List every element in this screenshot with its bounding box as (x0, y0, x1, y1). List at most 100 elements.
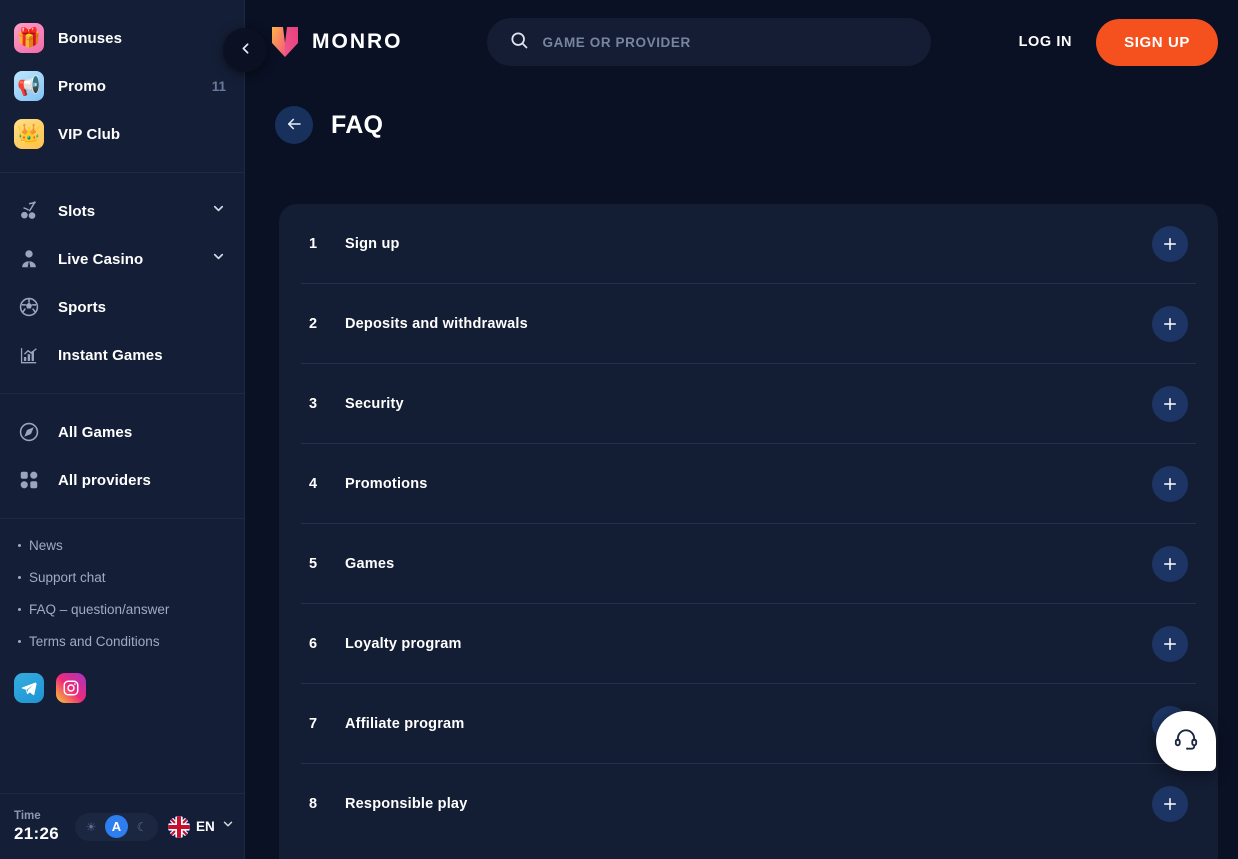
faq-expand-button[interactable] (1152, 225, 1188, 262)
sidebar-item-promo[interactable]: 📢 Promo 11 (0, 62, 244, 110)
faq-row[interactable]: 6 Loyalty program (301, 604, 1196, 684)
sidebar-item-live-casino[interactable]: Live Casino (0, 235, 244, 283)
clock: Time 21:26 (14, 810, 59, 844)
chevron-down-icon[interactable] (211, 201, 226, 221)
brand-name: MONRO (312, 30, 403, 53)
faq-expand-button[interactable] (1152, 385, 1188, 422)
sidebar-link-faq[interactable]: FAQ – question/answer (18, 593, 244, 625)
faq-number: 1 (309, 235, 318, 252)
sidebar-item-label: Bonuses (58, 29, 123, 47)
faq-title: Games (345, 555, 395, 572)
sidebar-nav-section: Slots Live Casino Sports Instant Games (0, 173, 244, 393)
bar-chart-icon (14, 340, 44, 370)
faq-row[interactable]: 1 Sign up (301, 204, 1196, 284)
sidebar-link-terms[interactable]: Terms and Conditions (18, 625, 244, 657)
sidebar-link-news[interactable]: News (18, 529, 244, 561)
faq-expand-button[interactable] (1152, 305, 1188, 342)
page-header: FAQ (245, 84, 1238, 144)
faq-row[interactable]: 5 Games (301, 524, 1196, 604)
sidebar-link-support-chat[interactable]: Support chat (18, 561, 244, 593)
header-actions: LOG IN SIGN UP (1019, 18, 1218, 66)
faq-title: Deposits and withdrawals (345, 315, 528, 332)
faq-number: 5 (309, 555, 318, 572)
arrow-left-icon (285, 115, 303, 136)
faq-number: 6 (309, 635, 318, 652)
theme-auto-option[interactable]: A (104, 815, 128, 838)
sidebar-item-slots[interactable]: Slots (0, 187, 244, 235)
sidebar-item-bonuses[interactable]: 🎁 Bonuses (0, 14, 244, 62)
top-header: MONRO LOG IN SIGN UP (245, 0, 1238, 84)
signup-button[interactable]: SIGN UP (1096, 18, 1218, 66)
grid-icon (14, 465, 44, 495)
sidebar-footer: Time 21:26 ☀ A ☾ EN (0, 793, 244, 859)
search-bar[interactable] (486, 18, 931, 66)
soccer-ball-icon (14, 292, 44, 322)
bullet-icon (18, 607, 21, 611)
sidebar-catalog-section: All Games All providers (0, 394, 244, 518)
faq-title: Security (345, 395, 404, 412)
sidebar-item-badge: 11 (211, 78, 226, 94)
sidebar-item-label: Instant Games (58, 346, 163, 364)
faq-expand-button[interactable] (1152, 465, 1188, 502)
sidebar-item-label: Sports (58, 298, 107, 316)
sidebar: 🎁 Bonuses 📢 Promo 11 👑 VIP Club Slots Li… (0, 0, 245, 859)
faq-title: Sign up (345, 235, 400, 252)
sun-icon[interactable]: ☀ (78, 816, 104, 838)
faq-number: 7 (309, 715, 318, 732)
faq-title: Loyalty program (345, 635, 462, 652)
headset-icon (1173, 726, 1199, 757)
chevron-down-icon[interactable] (221, 817, 235, 836)
sidebar-link-label: Terms and Conditions (29, 633, 160, 649)
faq-expand-button[interactable] (1152, 545, 1188, 582)
chevron-down-icon[interactable] (211, 249, 226, 269)
support-chat-button[interactable] (1156, 711, 1216, 771)
sidebar-link-label: Support chat (29, 569, 106, 585)
faq-number: 4 (309, 475, 318, 492)
telegram-icon[interactable] (14, 673, 44, 703)
chevron-left-icon (237, 40, 254, 60)
faq-row[interactable]: 3 Security (301, 364, 1196, 444)
faq-row[interactable]: 7 Affiliate program (301, 684, 1196, 764)
faq-row[interactable]: 2 Deposits and withdrawals (301, 284, 1196, 364)
instagram-icon[interactable] (56, 673, 86, 703)
page-title: FAQ (331, 110, 384, 139)
crown-icon: 👑 (14, 119, 44, 149)
faq-row[interactable]: 8 Responsible play (301, 764, 1196, 844)
sidebar-item-sports[interactable]: Sports (0, 283, 244, 331)
moon-icon[interactable]: ☾ (129, 816, 155, 838)
sidebar-item-label: Live Casino (58, 250, 144, 268)
bullet-icon (18, 575, 21, 579)
search-icon (509, 30, 529, 55)
uk-flag-icon (167, 815, 190, 838)
compass-icon (14, 417, 44, 447)
sidebar-item-label: Slots (58, 202, 96, 220)
sidebar-item-all-games[interactable]: All Games (0, 408, 244, 456)
search-input[interactable] (542, 34, 909, 50)
sidebar-link-label: FAQ – question/answer (29, 601, 170, 617)
faq-list: 1 Sign up 2 Deposits and withdrawals 3 S… (279, 204, 1218, 859)
dealer-icon (14, 244, 44, 274)
sidebar-item-label: All Games (58, 423, 133, 441)
sidebar-item-label: VIP Club (58, 125, 121, 143)
back-button[interactable] (275, 106, 313, 144)
theme-toggle[interactable]: ☀ A ☾ (74, 812, 158, 841)
faq-expand-button[interactable] (1152, 625, 1188, 662)
faq-expand-button[interactable] (1152, 786, 1188, 822)
time-label: Time (14, 809, 41, 822)
faq-row[interactable]: 4 Promotions (301, 444, 1196, 524)
brand-logo[interactable]: MONRO (271, 26, 403, 58)
faq-title: Promotions (345, 475, 428, 492)
faq-title: Affiliate program (345, 715, 465, 732)
sidebar-item-instant-games[interactable]: Instant Games (0, 331, 244, 379)
sidebar-item-label: Promo (58, 77, 107, 95)
sidebar-collapse-button[interactable] (223, 28, 267, 72)
cherries-icon (14, 196, 44, 226)
sidebar-item-label: All providers (58, 471, 151, 489)
login-button[interactable]: LOG IN (1019, 34, 1073, 50)
sidebar-item-all-providers[interactable]: All providers (0, 456, 244, 504)
sidebar-link-label: News (29, 537, 63, 553)
language-selector[interactable]: EN (167, 815, 235, 838)
megaphone-icon: 📢 (14, 71, 44, 101)
main-content: MONRO LOG IN SIGN UP FAQ (245, 0, 1238, 859)
sidebar-item-vip-club[interactable]: 👑 VIP Club (0, 110, 244, 158)
